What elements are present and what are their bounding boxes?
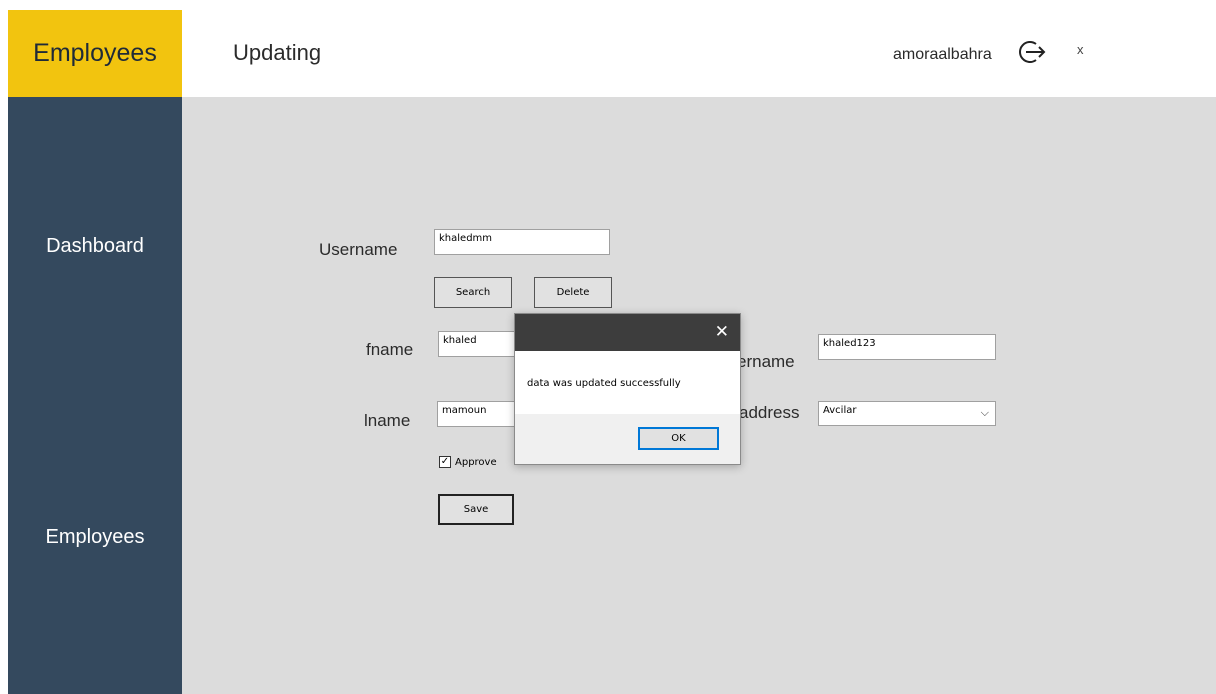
brand-title: Employees [33, 39, 157, 67]
sidebar: Dashboard Employees [8, 97, 182, 694]
dialog-body: data was updated successfully [515, 351, 740, 414]
fname-label: fname [366, 340, 414, 359]
close-app-button[interactable]: x [1077, 42, 1084, 57]
address-select-value: Avcilar [823, 405, 857, 416]
save-button[interactable]: Save [438, 494, 514, 525]
sidebar-item-employees[interactable]: Employees [8, 526, 182, 549]
search-button[interactable]: Search [434, 277, 512, 308]
dialog-ok-button[interactable]: OK [638, 427, 719, 450]
delete-button[interactable]: Delete [534, 277, 612, 308]
brand-tile: Employees [8, 10, 182, 97]
dialog-message: data was updated successfully [527, 378, 681, 389]
address-select[interactable]: Avcilar ⌵ [818, 401, 996, 426]
approve-checkbox-row[interactable]: ✓ Approve [439, 456, 497, 468]
dialog-titlebar: ✕ [515, 314, 740, 351]
username-input[interactable]: khaledmm [434, 229, 610, 255]
account-username-label: ername [737, 352, 795, 371]
chevron-down-icon: ⌵ [980, 406, 989, 419]
lname-label: lname [364, 411, 411, 430]
account-username-input[interactable]: khaled123 [818, 334, 996, 360]
address-label: address [739, 403, 800, 422]
sidebar-item-dashboard[interactable]: Dashboard [8, 235, 182, 258]
header-bar: Updating amoraalbahra x [182, 10, 1216, 97]
current-user-name: amoraalbahra [893, 46, 992, 63]
app-window: Employees Updating amoraalbahra x Dashbo… [8, 10, 1216, 694]
approve-label: Approve [455, 456, 497, 468]
logout-icon[interactable] [1016, 37, 1046, 67]
username-label: Username [319, 240, 398, 259]
message-dialog: ✕ data was updated successfully OK [514, 313, 741, 465]
close-icon[interactable]: ✕ [715, 322, 729, 342]
approve-checkbox[interactable]: ✓ [439, 456, 451, 468]
page-title: Updating [233, 40, 322, 65]
